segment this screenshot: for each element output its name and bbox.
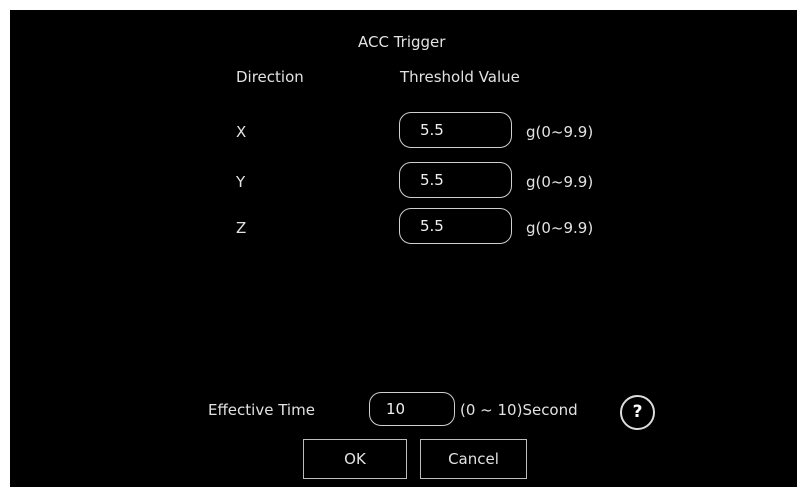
effective-time-label: Effective Time <box>208 401 315 419</box>
dialog-title: ACC Trigger <box>358 33 446 51</box>
effective-time-input[interactable]: 10 <box>369 392 455 426</box>
axis-label-y: Y <box>236 173 246 191</box>
threshold-y-input[interactable]: 5.5 <box>399 162 512 198</box>
acc-trigger-dialog: ACC Trigger Direction Threshold Value X … <box>10 10 797 487</box>
threshold-header: Threshold Value <box>400 68 520 86</box>
threshold-x-input[interactable]: 5.5 <box>399 112 512 148</box>
ok-button[interactable]: OK <box>303 439 407 479</box>
cancel-button[interactable]: Cancel <box>420 439 527 479</box>
unit-label-z: g(0~9.9) <box>526 219 594 237</box>
direction-header: Direction <box>236 68 304 86</box>
axis-label-z: Z <box>236 219 247 237</box>
help-icon[interactable]: ? <box>620 395 655 430</box>
effective-time-range: (0 ~ 10)Second <box>460 401 578 419</box>
threshold-z-input[interactable]: 5.5 <box>399 208 512 244</box>
unit-label-y: g(0~9.9) <box>526 173 594 191</box>
unit-label-x: g(0~9.9) <box>526 123 594 141</box>
axis-label-x: X <box>236 123 247 141</box>
